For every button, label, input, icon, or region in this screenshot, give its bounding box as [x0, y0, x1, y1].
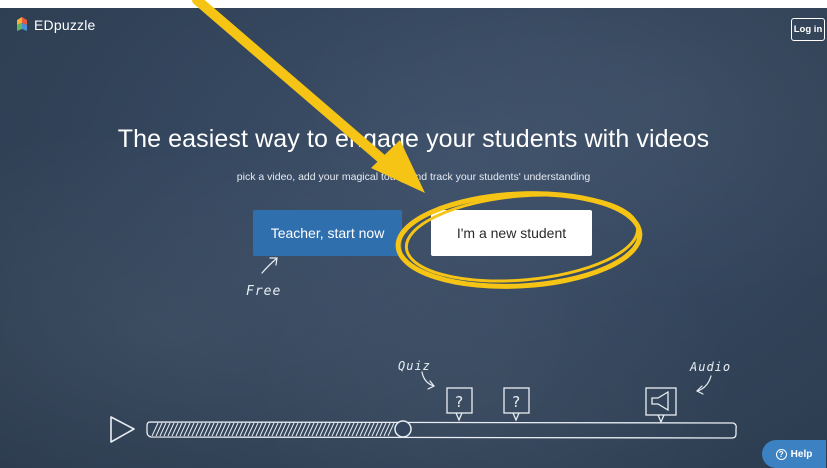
- quiz-marker-1-label: ?: [454, 393, 463, 411]
- yellow-pointer-arrow-icon: [192, 0, 425, 193]
- chalk-drawings-overlay: ? ?: [110, 0, 737, 443]
- timeline-progress-fill: [151, 422, 395, 437]
- quiz-marker-2-label: ?: [511, 393, 520, 411]
- audio-marker-megaphone-icon: [645, 387, 677, 424]
- play-icon: [110, 416, 135, 443]
- highlight-ellipse: [395, 191, 643, 289]
- video-timeline: [146, 421, 737, 439]
- screenshot-stage: EDpuzzle Log in The easiest way to engag…: [0, 0, 827, 468]
- free-arrow-icon: [261, 257, 278, 274]
- quiz-arrow-icon: [421, 371, 435, 390]
- audio-arrow-icon: [695, 375, 712, 395]
- timeline-scrubber-knob: [394, 420, 412, 438]
